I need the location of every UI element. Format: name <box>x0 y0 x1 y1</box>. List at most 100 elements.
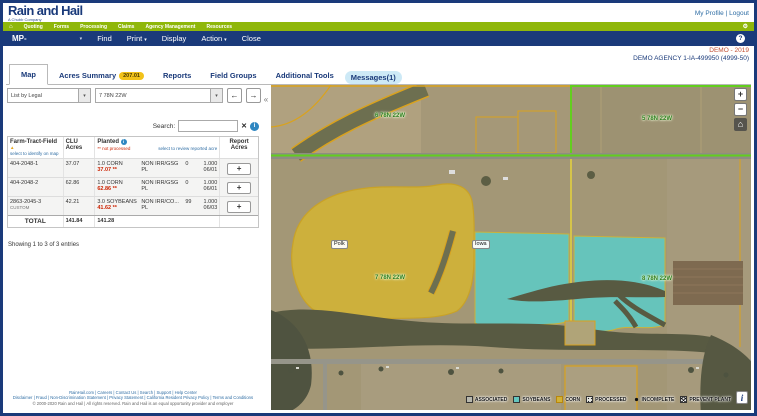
previous-section-button[interactable]: ← <box>227 88 242 103</box>
corn-swatch <box>556 396 564 403</box>
search-info-icon[interactable]: i <box>250 121 259 131</box>
town-label-iowa: Iowa <box>472 240 490 249</box>
header-report-acres: Report Acres <box>229 139 249 151</box>
clu-acres-value: 37.07 <box>64 159 96 177</box>
review-reported-acre-link[interactable]: select to review reported acre <box>158 146 217 151</box>
township-select[interactable]: 7 78N 22W ▾ <box>95 88 223 103</box>
clu-acres-value: 42.21 <box>64 197 96 215</box>
map-zoom-controls: + − ⌂ <box>734 88 747 131</box>
add-report-acres-button[interactable]: + <box>227 163 252 175</box>
tab-bar: Map Acres Summary 207.01 Reports Field Gr… <box>6 63 751 85</box>
legend-label: PREVENT PLANT <box>689 396 731 403</box>
planted-info-icon[interactable]: i <box>120 139 127 145</box>
policy-toolbar: MP- ▾ Find Print ▾ Display Action ▾ Close … <box>3 31 754 46</box>
tab-field-groups[interactable]: Field Groups <box>202 66 264 84</box>
tab-additional-tools[interactable]: Additional Tools <box>268 66 342 84</box>
field-id: 404-2048-2 <box>10 180 39 186</box>
section-label-6: 6 78N 22W <box>375 113 406 119</box>
table-header-row: Farm-Tract-Field ▲ select to identify on… <box>8 137 258 158</box>
logo-title: Rain and Hail <box>8 3 83 18</box>
map-info-button[interactable]: i <box>736 391 748 404</box>
zoom-in-button[interactable]: + <box>734 88 747 101</box>
nav-item-resources[interactable]: Resources <box>206 24 232 30</box>
acres-summary-badge: 207.01 <box>119 71 144 80</box>
collapse-panel-icon[interactable]: « <box>261 95 271 104</box>
nav-item-processing[interactable]: Processing <box>80 24 107 30</box>
toolbar-display-button[interactable]: Display <box>162 34 187 43</box>
aerial-map[interactable]: 6 78N 22W 5 78N 22W 7 78N 22W 8 78N 22W … <box>271 85 751 410</box>
toolbar-print-button[interactable]: Print ▾ <box>127 34 147 43</box>
clu-acres-value: 62.86 <box>64 178 96 196</box>
township-value: 7 78N 22W <box>99 93 127 99</box>
farm-tract-field-label: Farm-Tract-Field <box>10 139 58 145</box>
context-labels: DEMO - 2019 DEMO AGENCY 1-IA-499950 (499… <box>633 47 749 62</box>
planted-acres-value: 62.86 ** <box>97 186 117 192</box>
policy-dropdown-caret-icon[interactable]: ▾ <box>80 36 83 42</box>
list-by-select[interactable]: List by Legal ▾ <box>7 88 91 103</box>
clear-search-icon[interactable]: ✕ <box>241 122 247 130</box>
legend-item-processed: PROCESSED <box>586 396 627 403</box>
associated-swatch <box>465 396 473 403</box>
footer-links-line2[interactable]: Disclaimer | Fraud | Non-Discrimination … <box>3 395 263 401</box>
help-icon[interactable]: ? <box>736 34 745 43</box>
chevron-down-icon: ▾ <box>78 89 90 102</box>
toolbar-close-button[interactable]: Close <box>242 34 261 43</box>
chevron-down-icon: ▾ <box>144 37 147 43</box>
total-label: TOTAL <box>8 216 64 227</box>
toolbar-find-button[interactable]: Find <box>97 34 112 43</box>
sort-ascending-icon: ▲ <box>10 145 15 150</box>
plant-date: 06/01 <box>203 186 218 192</box>
section-label-8: 8 78N 22W <box>642 276 673 282</box>
incomplete-swatch <box>632 396 640 403</box>
search-input[interactable] <box>178 120 239 132</box>
section-label-5: 5 78N 22W <box>642 116 673 122</box>
account-links: My Profile | Logout <box>695 10 749 17</box>
gear-icon[interactable]: ⚙ <box>743 24 748 30</box>
tab-reports[interactable]: Reports <box>155 66 199 84</box>
my-profile-link[interactable]: My Profile <box>695 10 724 17</box>
home-icon[interactable]: ⌂ <box>9 24 13 30</box>
logout-link[interactable]: Logout <box>729 10 749 17</box>
main-nav: ⌂ Quoting Forms Processing Claims Agency… <box>3 22 754 31</box>
agency-label: DEMO AGENCY 1-IA-499950 (4999-50) <box>633 54 749 62</box>
add-report-acres-button[interactable]: + <box>227 201 252 213</box>
practice-type: PL <box>141 167 149 173</box>
unit-number: 0 <box>185 161 189 167</box>
top-header: Rain and Hail A Chubb Company My Profile… <box>3 3 754 22</box>
nav-item-claims[interactable]: Claims <box>118 24 134 30</box>
legend-label: CORN <box>565 396 581 403</box>
nav-item-forms[interactable]: Forms <box>54 24 69 30</box>
unit-number: 0 <box>185 180 189 186</box>
tab-acres-summary[interactable]: Acres Summary 207.01 <box>51 66 152 84</box>
legend-label: SOYBEANS <box>522 396 551 403</box>
acres-summary-label: Acres Summary <box>59 71 117 80</box>
demo-mode-label: DEMO - 2019 <box>709 47 749 54</box>
footer-copyright: © 2000-2020 Rain and Hail | All rights r… <box>32 400 234 406</box>
zoom-out-button[interactable]: − <box>734 103 747 116</box>
legend-item-associated: ASSOCIATED <box>465 396 508 403</box>
rain-and-hail-logo: Rain and Hail A Chubb Company <box>8 4 83 22</box>
tab-messages[interactable]: Messages(1) <box>344 71 402 84</box>
total-planted-acres: 141.28 <box>95 216 221 227</box>
table-row[interactable]: 404-2048-1 37.07 1.0 CORN 37.07 ** NON IR… <box>8 158 258 177</box>
map-filter-controls: List by Legal ▾ 7 78N 22W ▾ ← → <box>7 88 261 103</box>
map-home-button[interactable]: ⌂ <box>734 118 747 131</box>
toolbar-action-button[interactable]: Action ▾ <box>201 34 226 43</box>
identify-on-map-link[interactable]: select to identify on map <box>10 151 61 156</box>
legend-item-incomplete: INCOMPLETE <box>632 396 674 403</box>
table-row[interactable]: 404-2048-2 62.86 1.0 CORN 62.86 ** NON IR… <box>8 177 258 196</box>
plant-date: 06/03 <box>203 205 218 211</box>
legend-item-corn: CORN <box>556 396 580 403</box>
header-clu-acres: CLU Acres <box>64 137 96 158</box>
header-farm-tract-field[interactable]: Farm-Tract-Field ▲ select to identify on… <box>8 137 64 158</box>
table-row[interactable]: 2863-2045-3 CUSTOM 42.21 3.0 SOYBEANS 41.… <box>8 196 258 215</box>
nav-item-quoting[interactable]: Quoting <box>24 24 43 30</box>
not-processed-note: ** not processed <box>97 146 131 151</box>
section-label-7: 7 78N 22W <box>375 275 406 281</box>
list-by-value: List by Legal <box>11 93 42 99</box>
tab-map[interactable]: Map <box>9 64 48 85</box>
legend-label: ASSOCIATED <box>474 396 508 403</box>
add-report-acres-button[interactable]: + <box>227 182 252 194</box>
next-section-button[interactable]: → <box>246 88 261 103</box>
nav-item-agency-management[interactable]: Agency Management <box>145 24 195 30</box>
